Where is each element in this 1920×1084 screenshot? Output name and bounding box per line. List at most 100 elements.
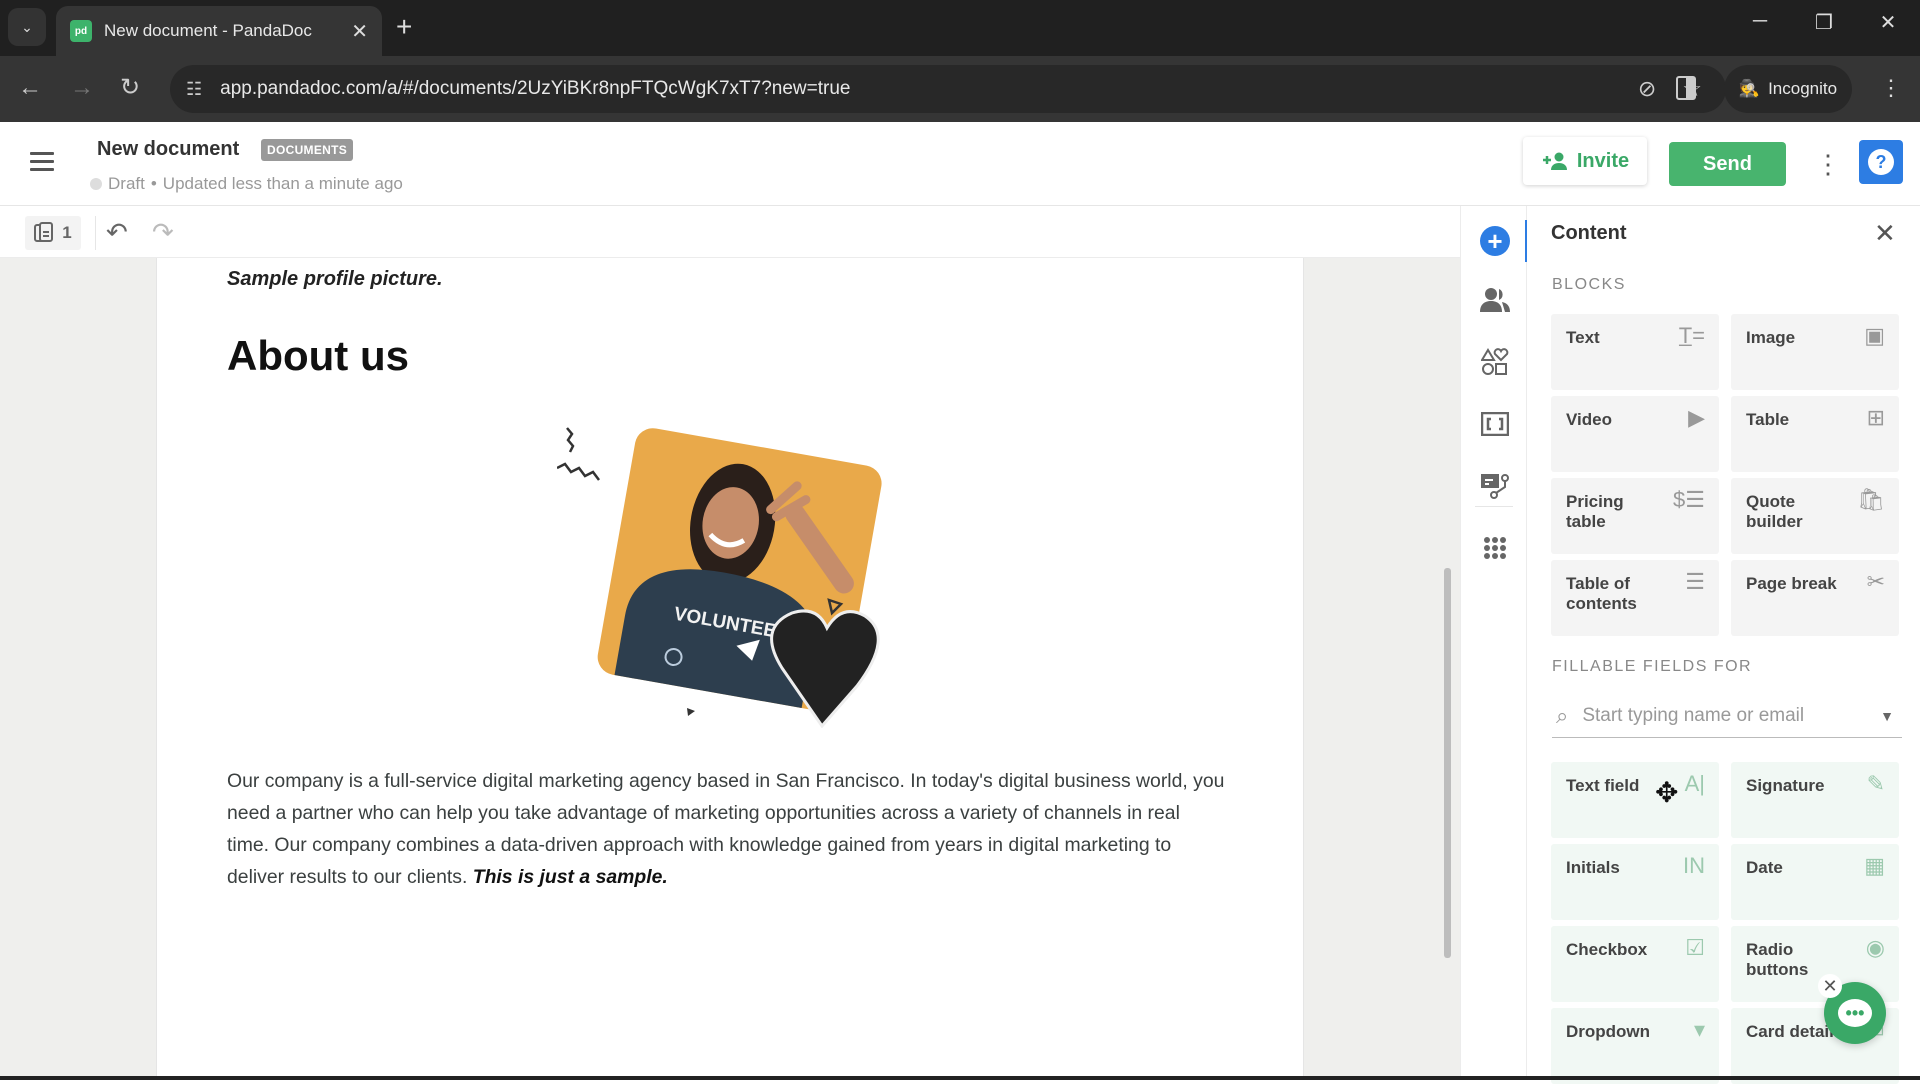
help-icon: ? — [1868, 149, 1894, 175]
block-label: Page break — [1746, 574, 1837, 593]
field-signature[interactable]: Signature ✎ — [1731, 762, 1899, 838]
paragraph-emphasis: This is just a sample. — [472, 866, 668, 888]
block-page-break[interactable]: Page break ✂ — [1731, 560, 1899, 636]
tab-title: New document - PandaDoc — [104, 21, 312, 40]
squiggle-decoration-icon — [557, 427, 600, 481]
document-status: Draft • Updated less than a minute ago — [90, 174, 403, 194]
quote-builder-icon: 🛍 — [1857, 487, 1885, 512]
browser-toolbar: ← → ↻ ☷ app.pandadoc.com/a/#/documents/2… — [0, 56, 1920, 122]
document-page[interactable]: Sample profile picture. About us VOLUNTE… — [156, 258, 1304, 1080]
forward-icon[interactable]: → — [70, 74, 94, 102]
content-panel: Content ✕ BLOCKS Text T̲= Image ▣ Video ▶ T… — [1527, 206, 1920, 1084]
field-initials[interactable]: Initials IN — [1551, 844, 1719, 920]
undo-icon[interactable]: ↶ — [106, 218, 128, 246]
radio-icon: ◉ — [1865, 935, 1885, 960]
workflow-icon[interactable] — [1479, 470, 1511, 502]
field-label: Checkbox — [1566, 940, 1648, 959]
scissors-icon: ✂ — [1866, 569, 1885, 594]
chat-close-icon[interactable]: ✕ — [1818, 974, 1842, 998]
editor-toolbar: 1 ↶ ↷ — [0, 206, 1460, 258]
block-label: Text — [1566, 328, 1600, 347]
image-block-icon: ▣ — [1864, 323, 1885, 348]
pricing-table-icon: $☰ — [1673, 487, 1705, 512]
checkbox-icon: ☑ — [1685, 935, 1705, 960]
block-text[interactable]: Text T̲= — [1551, 314, 1719, 390]
back-icon[interactable]: ← — [18, 74, 42, 102]
browser-tab[interactable]: pd New document - PandaDoc ✕ — [56, 6, 382, 56]
section-heading[interactable]: About us — [227, 332, 409, 380]
initials-icon: IN — [1683, 853, 1705, 878]
restore-icon[interactable]: ❐ — [1804, 10, 1844, 35]
invite-button[interactable]: Invite — [1523, 137, 1647, 185]
status-label: Draft — [108, 174, 145, 193]
help-button[interactable]: ? — [1859, 140, 1903, 184]
rail-divider — [1475, 506, 1513, 507]
table-of-contents-icon: ☰ — [1685, 569, 1705, 594]
status-separator: • — [150, 174, 157, 193]
recipient-search-input[interactable]: ⌕ Start typing name or email ▼ — [1552, 694, 1902, 738]
add-content-icon[interactable]: + — [1480, 226, 1510, 256]
chat-bubble-icon: ••• — [1838, 999, 1872, 1027]
vertical-scrollbar[interactable] — [1444, 568, 1451, 958]
address-bar[interactable]: ☷ app.pandadoc.com/a/#/documents/2UzYiBK… — [170, 65, 1726, 113]
minimize-icon[interactable]: ─ — [1740, 10, 1780, 33]
page-count: 1 — [62, 223, 72, 242]
field-label: Text field — [1566, 776, 1640, 795]
dropdown-arrow-icon[interactable]: ▼ — [1880, 708, 1894, 724]
browser-menu-icon[interactable]: ⋮ — [1880, 74, 1902, 102]
about-paragraph[interactable]: Our company is a full-service digital ma… — [227, 765, 1227, 893]
text-block-icon: T̲= — [1678, 323, 1705, 348]
profile-image[interactable]: VOLUNTEER — [557, 408, 937, 728]
status-dot-icon — [90, 178, 102, 190]
search-icon: ⌕ — [1556, 702, 1569, 728]
paragraph-text: Our company is a full-service digital ma… — [227, 770, 1225, 888]
field-label: Dropdown — [1566, 1022, 1651, 1041]
incognito-label: Incognito — [1768, 79, 1838, 98]
send-button[interactable]: Send — [1669, 142, 1786, 186]
block-image[interactable]: Image ▣ — [1731, 314, 1899, 390]
side-panel-icon[interactable] — [1676, 76, 1696, 100]
recipients-icon[interactable] — [1479, 284, 1511, 316]
close-panel-icon[interactable]: ✕ — [1874, 218, 1896, 249]
document-title[interactable]: New document — [97, 138, 239, 161]
fillable-fields-heading: FILLABLE FIELDS FOR — [1552, 658, 1753, 675]
block-table[interactable]: Table ⊞ — [1731, 396, 1899, 472]
taskbar-edge — [0, 1076, 1920, 1080]
design-elements-icon[interactable] — [1479, 346, 1511, 378]
block-quote-builder[interactable]: Quote builder 🛍 — [1731, 478, 1899, 554]
hamburger-menu-icon[interactable] — [30, 152, 54, 172]
block-pricing-table[interactable]: Pricing table $☰ — [1551, 478, 1719, 554]
more-options-icon[interactable]: ⋮ — [1815, 144, 1841, 184]
tab-search-button[interactable]: ⌄ — [8, 8, 46, 46]
pandadoc-favicon-icon: pd — [70, 20, 92, 42]
field-text-field[interactable]: Text field A| — [1551, 762, 1719, 838]
pages-button[interactable]: 1 — [25, 216, 81, 250]
block-label: Table — [1746, 410, 1790, 429]
redo-icon[interactable]: ↷ — [152, 218, 174, 246]
block-video[interactable]: Video ▶ — [1551, 396, 1719, 472]
block-label: Quote builder — [1746, 492, 1803, 531]
site-info-icon[interactable]: ☷ — [186, 79, 202, 100]
browser-tab-bar: ⌄ pd New document - PandaDoc ✕ + ─ ❐ ✕ — [0, 0, 1920, 56]
reload-icon[interactable]: ↻ — [120, 74, 140, 102]
variables-icon[interactable] — [1479, 408, 1511, 440]
close-tab-icon[interactable]: ✕ — [351, 19, 368, 44]
move-cursor-icon: ✥ — [1655, 777, 1679, 808]
field-checkbox[interactable]: Checkbox ☑ — [1551, 926, 1719, 1002]
url-text: app.pandadoc.com/a/#/documents/2UzYiBKr8… — [220, 78, 851, 99]
field-date[interactable]: Date ▦ — [1731, 844, 1899, 920]
incognito-indicator[interactable]: 🕵 Incognito — [1724, 65, 1852, 113]
close-window-icon[interactable]: ✕ — [1868, 10, 1908, 35]
field-label: Date — [1746, 858, 1783, 877]
field-label: Signature — [1746, 776, 1825, 795]
field-dropdown[interactable]: Dropdown ▾ — [1551, 1008, 1719, 1084]
block-table-of-contents[interactable]: Table of contents ☰ — [1551, 560, 1719, 636]
apps-grid-icon[interactable] — [1479, 532, 1511, 564]
signature-pen-icon: ✎ — [1866, 771, 1885, 796]
toolbar-divider — [95, 216, 96, 250]
heart-decoration-icon — [770, 609, 880, 728]
image-caption[interactable]: Sample profile picture. — [227, 268, 443, 291]
block-label: Image — [1746, 328, 1796, 347]
new-tab-button[interactable]: + — [396, 12, 412, 42]
eye-off-icon[interactable]: ⊘ — [1638, 76, 1656, 102]
